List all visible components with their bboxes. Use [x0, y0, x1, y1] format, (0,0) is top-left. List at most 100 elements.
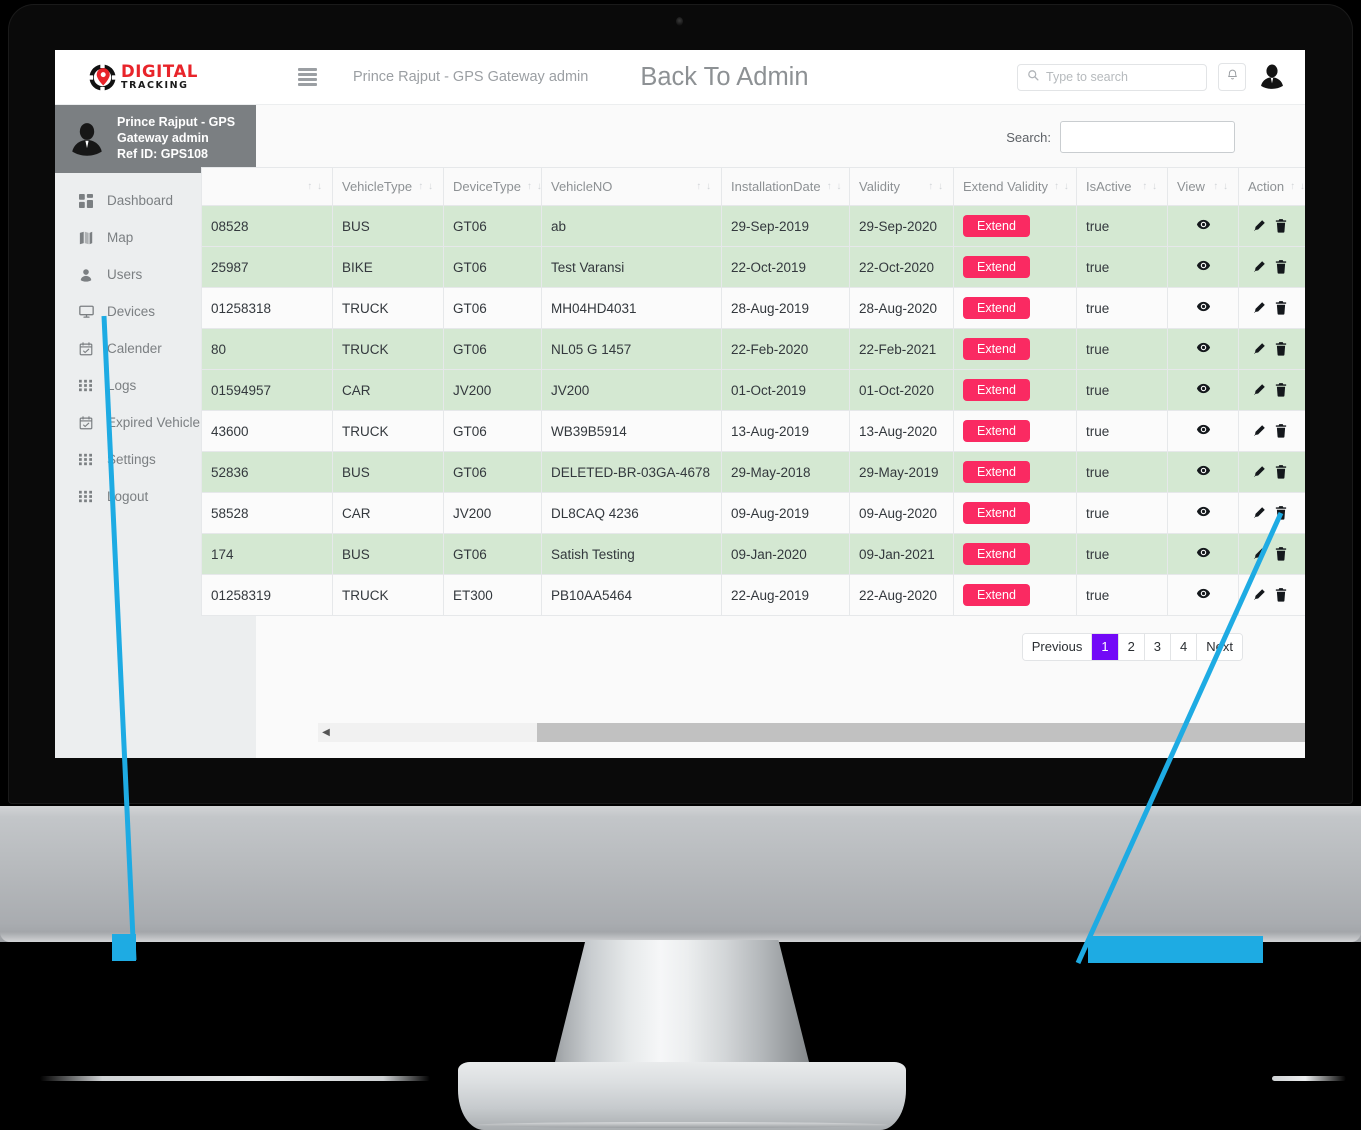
cell-installation-date: 09-Jan-2020	[721, 533, 850, 575]
eye-icon[interactable]	[1196, 545, 1211, 563]
dashboard-grid-icon	[79, 193, 101, 208]
col-header-vehicletype[interactable]: VehicleType ↑ ↓	[332, 167, 444, 206]
extend-button[interactable]: Extend	[963, 543, 1030, 565]
cell-installation-date: 09-Aug-2019	[721, 492, 850, 534]
col-header-validity[interactable]: Validity ↑ ↓	[849, 167, 954, 206]
sort-arrows-icon[interactable]: ↑ ↓	[696, 181, 712, 192]
pencil-icon[interactable]	[1252, 506, 1266, 520]
eye-icon[interactable]	[1196, 340, 1211, 358]
sort-arrows-icon[interactable]: ↑ ↓	[418, 181, 434, 192]
trash-icon[interactable]	[1275, 301, 1287, 315]
global-search-input[interactable]	[1046, 70, 1197, 84]
datatable-search-input[interactable]	[1060, 121, 1235, 153]
cell-device-type: JV200	[443, 492, 542, 534]
col-header-isactive[interactable]: IsActive ↑ ↓	[1076, 167, 1168, 206]
extend-button[interactable]: Extend	[963, 215, 1030, 237]
sort-arrows-icon[interactable]: ↑ ↓	[527, 181, 543, 192]
sort-arrows-icon[interactable]: ↑ ↓	[827, 181, 843, 192]
brand-logo[interactable]: DIGITAL TRACKING	[55, 62, 255, 92]
extend-button[interactable]: Extend	[963, 297, 1030, 319]
monitor-icon	[79, 304, 101, 319]
pagination-previous[interactable]: Previous	[1022, 634, 1093, 660]
cell-extend-validity: Extend	[953, 205, 1077, 247]
user-avatar-icon[interactable]	[1257, 62, 1287, 92]
trash-icon[interactable]	[1275, 260, 1287, 274]
cell-vehicle-no: NL05 G 1457	[541, 328, 722, 370]
col-header-installationdate[interactable]: InstallationDate ↑ ↓	[721, 167, 850, 206]
pagination-page-2[interactable]: 2	[1118, 634, 1145, 660]
notification-bell-button[interactable]	[1218, 63, 1246, 91]
pagination-next[interactable]: Next	[1197, 634, 1242, 660]
extend-button[interactable]: Extend	[963, 379, 1030, 401]
global-search-box[interactable]	[1017, 63, 1207, 91]
sort-arrows-icon[interactable]: ↑ ↓	[1213, 181, 1229, 192]
col-header-imei[interactable]: ↑ ↓	[201, 167, 333, 206]
cell-imei: 174	[201, 533, 333, 575]
trash-icon[interactable]	[1275, 547, 1287, 561]
monitor-stand-base	[458, 1062, 906, 1130]
cell-validity: 28-Aug-2020	[849, 287, 954, 329]
pencil-icon[interactable]	[1252, 342, 1266, 356]
pencil-icon[interactable]	[1252, 424, 1266, 438]
trash-icon[interactable]	[1275, 383, 1287, 397]
monitor-chin	[0, 806, 1361, 942]
pagination-page-3[interactable]: 3	[1144, 634, 1172, 660]
eye-icon[interactable]	[1196, 381, 1211, 399]
extend-button[interactable]: Extend	[963, 256, 1030, 278]
col-header-devicetype[interactable]: DeviceType ↑ ↓	[443, 167, 543, 206]
hamburger-icon[interactable]	[298, 68, 317, 86]
trash-icon[interactable]	[1275, 588, 1287, 602]
sort-arrows-icon[interactable]: ↑ ↓	[928, 181, 944, 192]
scrollbar-thumb[interactable]	[537, 723, 1305, 742]
trash-icon[interactable]	[1275, 342, 1287, 356]
scroll-left-arrow-icon[interactable]: ◀	[318, 727, 334, 738]
extend-button[interactable]: Extend	[963, 338, 1030, 360]
grid-dots-icon	[79, 379, 101, 392]
extend-button[interactable]: Extend	[963, 420, 1030, 442]
eye-icon[interactable]	[1196, 422, 1211, 440]
sort-arrows-icon[interactable]: ↑ ↓	[1054, 181, 1070, 192]
pencil-icon[interactable]	[1252, 301, 1266, 315]
sidebar-item-label: Logs	[107, 378, 137, 393]
pencil-icon[interactable]	[1252, 383, 1266, 397]
scrollbar-track[interactable]	[334, 723, 1305, 742]
pencil-icon[interactable]	[1252, 547, 1266, 561]
trash-icon[interactable]	[1275, 506, 1287, 520]
horizontal-scrollbar[interactable]: ◀	[318, 723, 1305, 742]
pencil-icon[interactable]	[1252, 465, 1266, 479]
trash-icon[interactable]	[1275, 424, 1287, 438]
sort-arrows-icon[interactable]: ↑ ↓	[307, 181, 323, 192]
pencil-icon[interactable]	[1252, 260, 1266, 274]
eye-icon[interactable]	[1196, 504, 1211, 522]
pencil-icon[interactable]	[1252, 219, 1266, 233]
sidebar-profile-card[interactable]: Prince Rajput - GPS Gateway admin Ref ID…	[55, 105, 256, 173]
logo-secondary-text: TRACKING	[121, 80, 189, 91]
eye-icon[interactable]	[1196, 299, 1211, 317]
cell-device-type: ET300	[443, 574, 542, 616]
extend-button[interactable]: Extend	[963, 502, 1030, 524]
eye-icon[interactable]	[1196, 586, 1211, 604]
sort-arrows-icon[interactable]: ↑ ↓	[1142, 181, 1158, 192]
eye-icon[interactable]	[1196, 463, 1211, 481]
table-row: 174 BUS GT06 Satish Testing 09-Jan-2020 09-Ja…	[201, 533, 1305, 575]
cell-view	[1167, 287, 1239, 329]
pencil-icon[interactable]	[1252, 588, 1266, 602]
cell-action	[1238, 533, 1305, 575]
col-header-view[interactable]: View ↑ ↓	[1167, 167, 1239, 206]
pagination-page-1[interactable]: 1	[1092, 634, 1119, 660]
col-header-vehicleno[interactable]: VehicleNO ↑ ↓	[541, 167, 722, 206]
col-header-action[interactable]: Action ↑ ↓	[1238, 167, 1305, 206]
col-label: InstallationDate	[731, 179, 821, 194]
pagination-page-4[interactable]: 4	[1171, 634, 1198, 660]
cell-device-type: GT06	[443, 533, 542, 575]
trash-icon[interactable]	[1275, 219, 1287, 233]
extend-button[interactable]: Extend	[963, 584, 1030, 606]
trash-icon[interactable]	[1275, 465, 1287, 479]
cell-extend-validity: Extend	[953, 451, 1077, 493]
col-header-extend-validity[interactable]: Extend Validity ↑ ↓	[953, 167, 1077, 206]
sort-arrows-icon[interactable]: ↑ ↓	[1290, 181, 1305, 192]
eye-icon[interactable]	[1196, 258, 1211, 276]
extend-button[interactable]: Extend	[963, 461, 1030, 483]
eye-icon[interactable]	[1196, 217, 1211, 235]
cell-vehicle-type: CAR	[332, 369, 444, 411]
